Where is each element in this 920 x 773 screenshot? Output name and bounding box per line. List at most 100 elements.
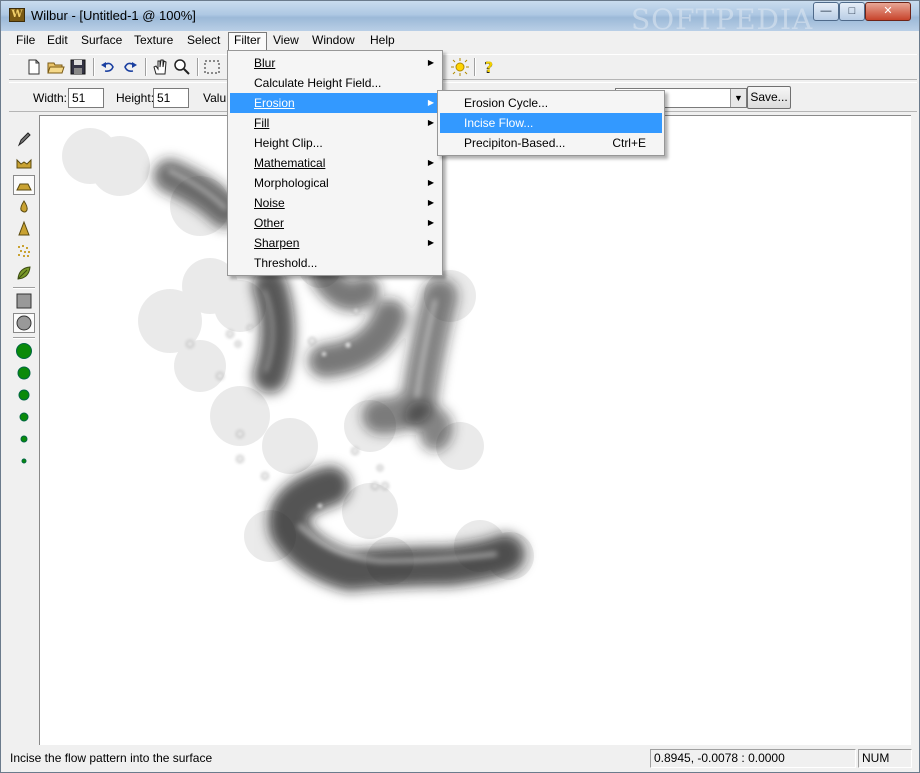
filter-menu-item-other[interactable]: Other ▶ [230, 213, 440, 233]
width-label: Width: [33, 91, 68, 105]
menu-view[interactable]: View [268, 32, 304, 51]
status-message: Incise the flow pattern into the surface [10, 751, 213, 765]
submenu-arrow-icon: ▶ [427, 198, 434, 207]
svg-text:?: ? [485, 60, 493, 76]
drop-tool-icon[interactable] [13, 197, 35, 217]
menu-item-label: Sharpen [254, 236, 300, 250]
window-title: Wilbur - [Untitled-1 @ 100%] [31, 8, 196, 23]
menu-item-label: Noise [254, 196, 285, 210]
filter-menu-item-height-field[interactable]: Calculate Height Field... [230, 73, 440, 93]
minimize-button[interactable]: — [813, 2, 839, 21]
filter-menu-item-noise[interactable]: Noise ▶ [230, 193, 440, 213]
round-brush-icon[interactable] [13, 313, 35, 333]
menu-item-label: Other [254, 216, 285, 230]
undo-icon[interactable] [98, 57, 118, 77]
menu-bar: File Edit Surface Texture Select Filter … [2, 31, 918, 51]
save-preset-button[interactable]: Save... [747, 86, 791, 109]
app-window: W Wilbur - [Untitled-1 @ 100%] SOFTPEDIA… [0, 0, 920, 773]
toolbar-separator [93, 58, 95, 76]
num-lock-indicator: NUM [858, 749, 912, 768]
filter-menu-item-sharpen[interactable]: Sharpen ▶ [230, 233, 440, 253]
menu-item-label: Precipiton-Based... [464, 136, 566, 150]
brush-size-m-icon[interactable] [13, 385, 35, 405]
submenu-arrow-icon: ▶ [427, 158, 434, 167]
height-field[interactable]: 51 [153, 88, 189, 108]
lighting-sun-icon[interactable] [450, 57, 470, 77]
menu-item-shortcut: Ctrl+E [612, 136, 646, 150]
erosion-item-precipiton[interactable]: Precipiton-Based... Ctrl+E [440, 133, 662, 153]
toolbar-separator [197, 58, 199, 76]
filter-menu-item-height-clip[interactable]: Height Clip... [230, 133, 440, 153]
peak-tool-icon[interactable] [13, 219, 35, 239]
toolbar-separator [145, 58, 147, 76]
plateau-tool-icon[interactable] [13, 175, 35, 195]
save-disk-icon[interactable] [68, 57, 88, 77]
toolbar-separator [474, 58, 476, 76]
menu-window[interactable]: Window [307, 32, 360, 51]
menu-surface[interactable]: Surface [76, 32, 127, 51]
submenu-arrow-icon: ▶ [427, 118, 434, 127]
menu-filter[interactable]: Filter [228, 32, 267, 51]
menu-item-label: Blur [254, 56, 276, 70]
menu-select[interactable]: Select [182, 32, 225, 51]
brush-size-s-icon[interactable] [13, 407, 35, 427]
menu-item-label: Height Clip... [254, 136, 323, 150]
filter-menu-item-blur[interactable]: Blur ▶ [230, 53, 440, 73]
submenu-arrow-icon: ▶ [427, 178, 434, 187]
menu-item-label: Fill [254, 116, 270, 130]
menu-item-label: Erosion Cycle... [464, 96, 549, 110]
erosion-submenu: Erosion Cycle... Incise Flow... Precipit… [437, 90, 665, 156]
brush-size-xxs-icon[interactable] [13, 451, 35, 471]
erosion-item-cycle[interactable]: Erosion Cycle... [440, 93, 662, 113]
close-button[interactable]: ✕ [865, 2, 911, 21]
palette-separator [13, 287, 35, 289]
submenu-arrow-icon: ▶ [427, 58, 434, 67]
filter-menu-item-mathematical[interactable]: Mathematical ▶ [230, 153, 440, 173]
brush-size-xs-icon[interactable] [13, 429, 35, 449]
heightfield-canvas[interactable] [39, 115, 911, 745]
submenu-arrow-icon: ▶ [427, 218, 434, 227]
leaf-tool-icon[interactable] [13, 263, 35, 283]
menu-item-label: Erosion [254, 96, 295, 110]
filter-menu-item-fill[interactable]: Fill ▶ [230, 113, 440, 133]
zoom-magnifier-icon[interactable] [172, 57, 192, 77]
menu-item-label: Morphological [254, 176, 329, 190]
width-field[interactable]: 51 [68, 88, 104, 108]
menu-texture[interactable]: Texture [129, 32, 178, 51]
tool-palette [9, 117, 39, 745]
filter-menu-item-erosion[interactable]: Erosion ▶ [230, 93, 440, 113]
menu-help[interactable]: Help [365, 32, 400, 51]
app-icon[interactable]: W [9, 8, 25, 22]
maximize-button[interactable]: □ [839, 2, 865, 21]
help-question-icon[interactable]: ?? [479, 57, 499, 77]
terrain-strokes [62, 128, 534, 591]
rect-select-icon[interactable] [202, 57, 222, 77]
valley-tool-icon[interactable] [13, 153, 35, 173]
brush-size-xl-icon[interactable] [13, 341, 35, 361]
pencil-brush-icon[interactable] [13, 129, 35, 149]
menu-item-label: Mathematical [254, 156, 326, 170]
value-label: Valu [203, 91, 227, 105]
menu-item-label: Calculate Height Field... [254, 76, 382, 90]
noise-tool-icon[interactable] [13, 241, 35, 261]
erosion-item-incise-flow[interactable]: Incise Flow... [440, 113, 662, 133]
main-toolbar: ?? [9, 54, 917, 80]
menu-item-label: Threshold... [254, 256, 318, 270]
submenu-arrow-icon: ▶ [427, 98, 434, 107]
submenu-arrow-icon: ▶ [427, 238, 434, 247]
square-brush-icon[interactable] [13, 291, 35, 311]
status-bar: Incise the flow pattern into the surface… [2, 747, 918, 771]
menu-file[interactable]: File [11, 32, 40, 51]
hand-pan-icon[interactable] [150, 57, 170, 77]
title-bar: W Wilbur - [Untitled-1 @ 100%] SOFTPEDIA… [1, 1, 919, 36]
menu-edit[interactable]: Edit [42, 32, 73, 51]
open-folder-icon[interactable] [46, 57, 66, 77]
right-frame [911, 115, 919, 745]
brush-size-l-icon[interactable] [13, 363, 35, 383]
chevron-down-icon[interactable]: ▼ [730, 89, 746, 107]
filter-menu-item-morphological[interactable]: Morphological ▶ [230, 173, 440, 193]
filter-menu-item-threshold[interactable]: Threshold... [230, 253, 440, 273]
filter-menu: Blur ▶ Calculate Height Field... Erosion… [227, 50, 443, 276]
redo-icon[interactable] [120, 57, 140, 77]
new-file-icon[interactable] [24, 57, 44, 77]
